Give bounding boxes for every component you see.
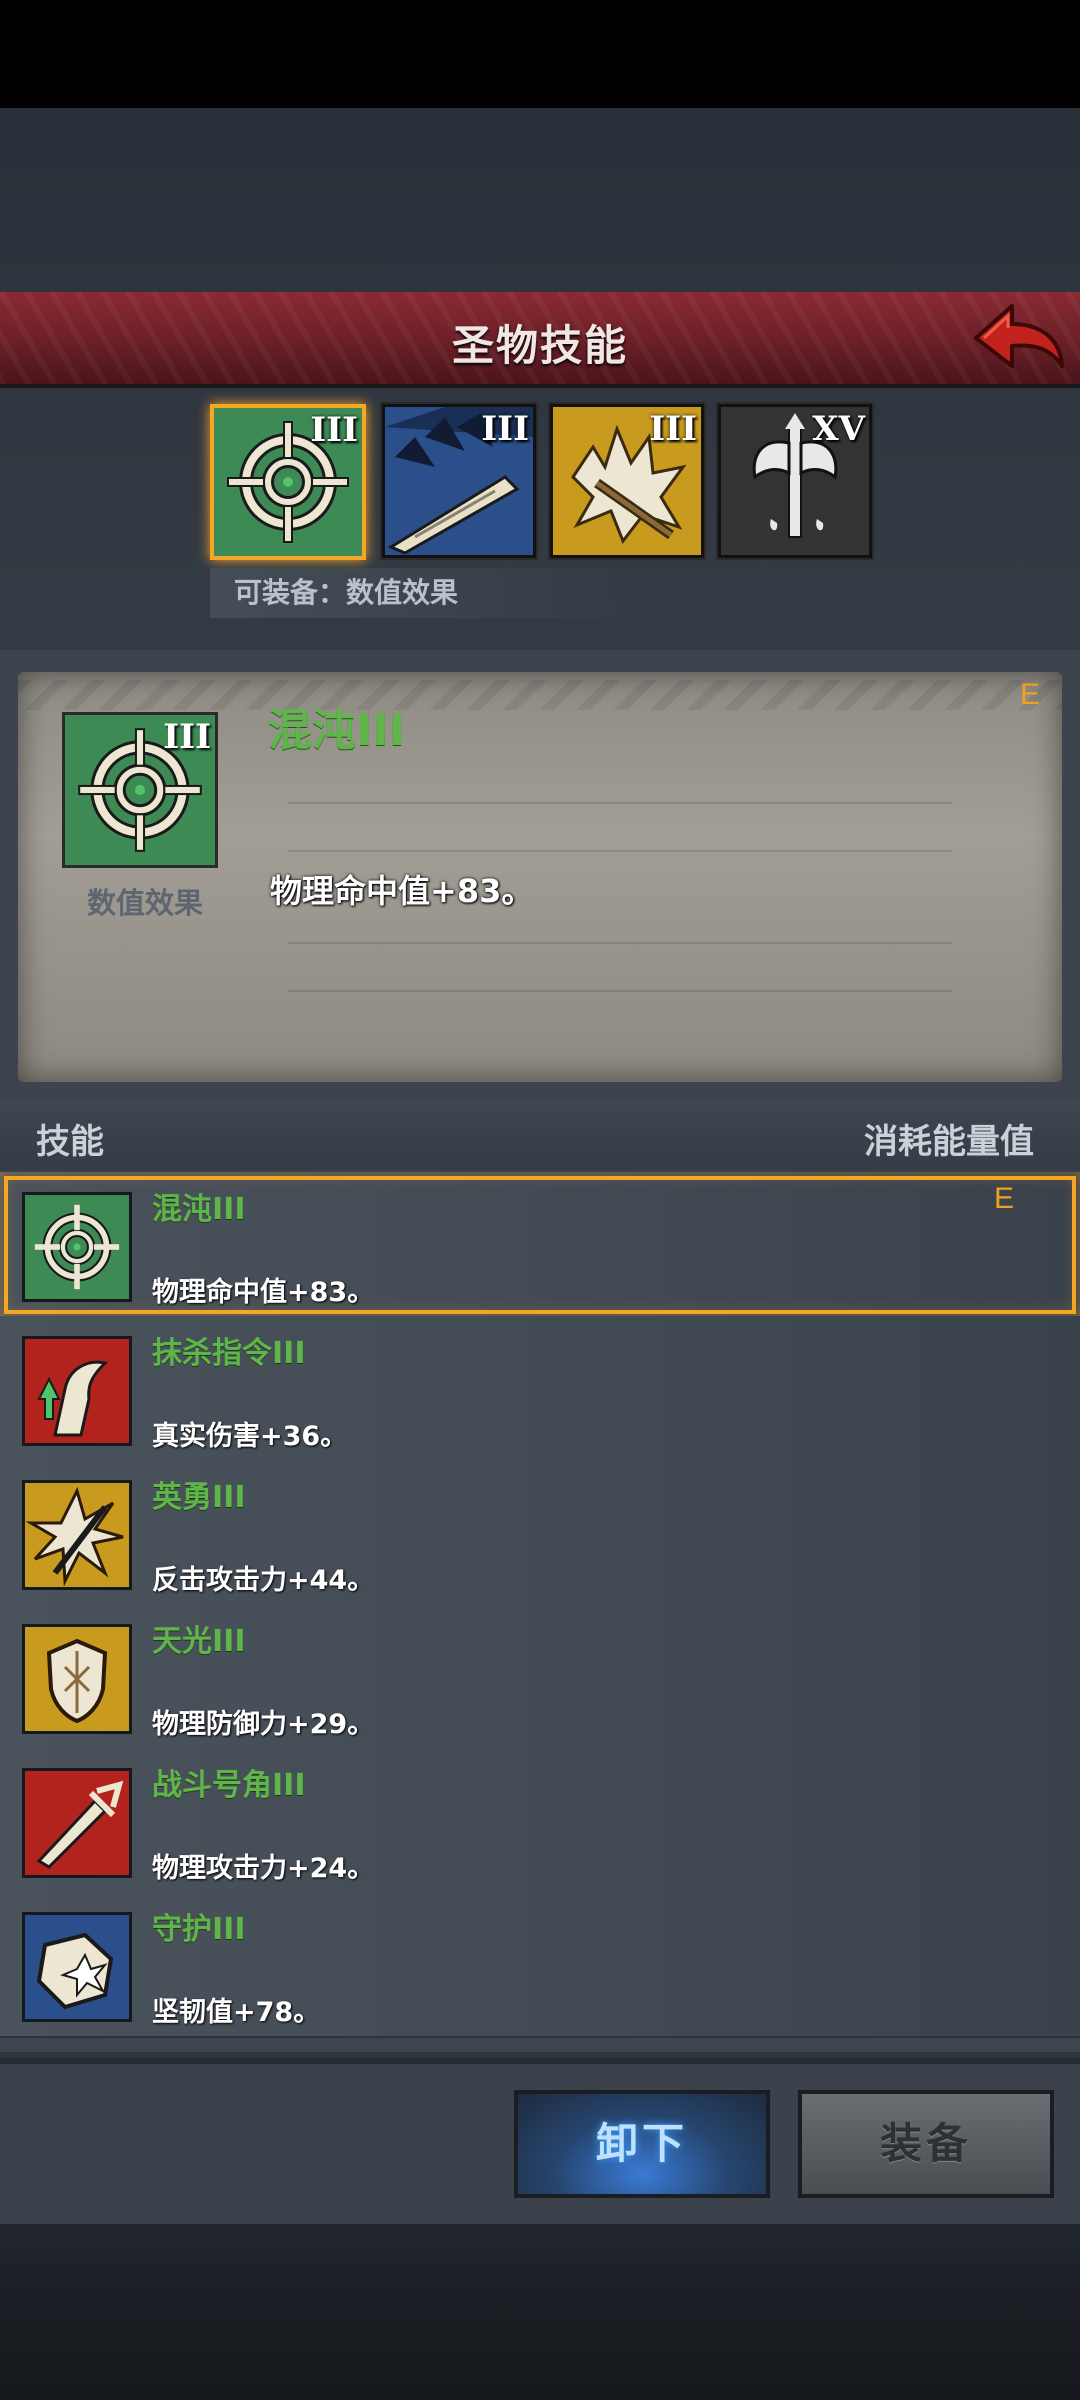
- divider: [288, 850, 952, 852]
- detail-type: 数值效果: [86, 886, 203, 920]
- divider: [288, 990, 952, 992]
- skill-name: 战斗号角III: [152, 1768, 306, 1803]
- skill-row-5[interactable]: 战斗号角III 物理攻击力+24。: [0, 1748, 1080, 1894]
- title-bar: 圣物技能: [0, 292, 1080, 388]
- column-energy: 消耗能量值: [864, 1122, 1034, 1162]
- skill-icon: [22, 1624, 132, 1734]
- detail-skill-desc: 物理命中值+83。: [270, 872, 534, 910]
- skill-name: 守护III: [152, 1912, 246, 1947]
- skill-desc: 物理防御力+29。: [152, 1709, 375, 1740]
- skill-list: 混沌III 物理命中值+83。 E 抹杀指令III 真实伤害+36。 英勇III…: [0, 1172, 1080, 2052]
- relic-slot-4[interactable]: XV: [718, 404, 872, 558]
- skill-name: 混沌III: [152, 1192, 246, 1227]
- equip-hint: 可装备：数值效果: [210, 568, 654, 618]
- skill-row-6[interactable]: 守护III 坚韧值+78。: [0, 1892, 1080, 2038]
- skill-desc: 反击攻击力+44。: [152, 1565, 375, 1596]
- relic-level: III: [649, 409, 697, 449]
- relic-level: III: [481, 409, 529, 449]
- skill-icon: [22, 1912, 132, 2022]
- skill-e-mark: E: [994, 1182, 1015, 1215]
- relic-level: III: [310, 410, 358, 450]
- skill-desc: 真实伤害+36。: [152, 1421, 348, 1452]
- skill-desc: 物理命中值+83。: [152, 1277, 375, 1308]
- detail-skill-icon: III: [62, 712, 218, 868]
- shield-burst-icon: [25, 1915, 129, 2019]
- skill-row-1[interactable]: 混沌III 物理命中值+83。 E: [0, 1172, 1080, 1318]
- skill-icon: [22, 1336, 132, 1446]
- skill-icon: [22, 1480, 132, 1590]
- crosshair-icon: [34, 1204, 120, 1290]
- skill-name: 英勇III: [152, 1480, 246, 1515]
- column-skill: 技能: [36, 1122, 104, 1162]
- back-button[interactable]: [968, 296, 1068, 380]
- background-bottom: [0, 2210, 1080, 2400]
- detail-e-mark: E: [1020, 678, 1041, 711]
- unload-button[interactable]: 卸下: [514, 2090, 770, 2198]
- skill-row-4[interactable]: 天光III 物理防御力+29。: [0, 1604, 1080, 1750]
- parchment-stripe: [18, 680, 1062, 710]
- skill-name: 天光III: [152, 1624, 246, 1659]
- skill-name: 抹杀指令III: [152, 1336, 306, 1371]
- relic-slot-3[interactable]: III: [550, 404, 704, 558]
- skill-desc: 物理攻击力+24。: [152, 1853, 375, 1884]
- sword-icon: [25, 1771, 129, 1875]
- relic-slot-1[interactable]: III: [210, 404, 366, 560]
- skill-list-header: 技能 消耗能量值: [0, 1100, 1080, 1170]
- status-bar: [0, 0, 1080, 108]
- arm-arrow-icon: [25, 1339, 129, 1443]
- skill-row-3[interactable]: 英勇III 反击攻击力+44。: [0, 1460, 1080, 1606]
- detail-skill-name: 混沌III: [268, 705, 406, 756]
- back-arrow-icon: [974, 304, 1064, 368]
- skill-icon: [22, 1192, 132, 1302]
- shield-icon: [25, 1627, 129, 1731]
- skill-row-2[interactable]: 抹杀指令III 真实伤害+36。: [0, 1316, 1080, 1462]
- detail-level: III: [163, 717, 211, 757]
- skill-icon: [22, 1768, 132, 1878]
- relic-selector: III III III XV 可装备：数值效果: [0, 388, 1080, 638]
- page-title: 圣物技能: [451, 321, 628, 370]
- skill-desc: 坚韧值+78。: [152, 1997, 321, 2028]
- equip-button[interactable]: 装备: [798, 2090, 1054, 2198]
- burst-sword-icon: [25, 1483, 129, 1587]
- relic-slot-2[interactable]: III: [382, 404, 536, 558]
- divider: [288, 802, 952, 804]
- relic-level: XV: [812, 409, 865, 449]
- divider: [288, 942, 952, 944]
